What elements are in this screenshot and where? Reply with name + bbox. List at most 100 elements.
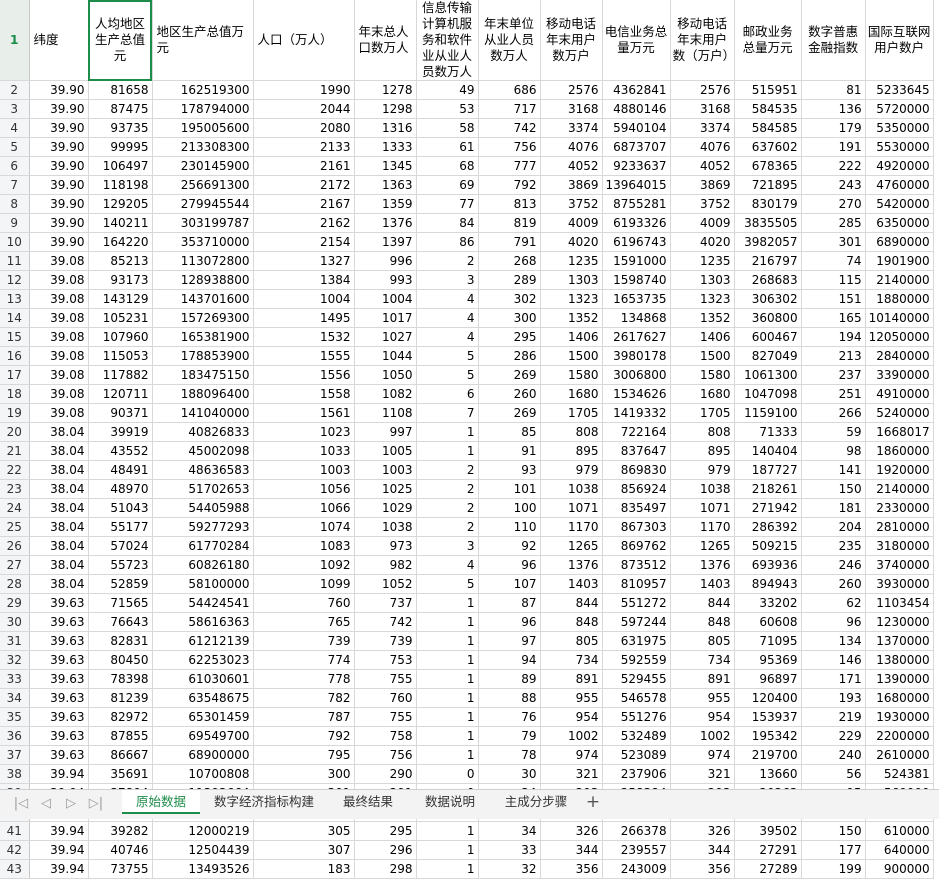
data-cell[interactable]: 38.04 bbox=[29, 555, 89, 575]
data-cell[interactable]: 54405988 bbox=[152, 498, 254, 518]
data-cell[interactable]: 900000 bbox=[865, 859, 934, 879]
data-cell[interactable]: 69 bbox=[416, 175, 479, 195]
data-cell[interactable]: 39.63 bbox=[29, 631, 89, 651]
data-cell[interactable]: 523089 bbox=[602, 745, 671, 765]
data-cell[interactable]: 1 bbox=[416, 650, 479, 670]
data-cell[interactable]: 60826180 bbox=[152, 555, 254, 575]
data-cell[interactable]: 55177 bbox=[88, 517, 153, 537]
data-cell[interactable]: 39.08 bbox=[29, 384, 89, 404]
data-cell[interactable]: 2610000 bbox=[865, 745, 934, 765]
data-cell[interactable]: 39.63 bbox=[29, 745, 89, 765]
column-header-cell[interactable]: 地区生产总值万元 bbox=[152, 0, 254, 81]
data-cell[interactable]: 1278 bbox=[354, 80, 417, 100]
data-cell[interactable]: 3869 bbox=[540, 175, 603, 195]
data-cell[interactable]: 115 bbox=[801, 270, 866, 290]
data-cell[interactable]: 218261 bbox=[734, 479, 802, 499]
data-cell[interactable]: 1061300 bbox=[734, 365, 802, 385]
data-cell[interactable]: 4052 bbox=[540, 156, 603, 176]
row-number[interactable]: 11 bbox=[0, 251, 30, 271]
data-cell[interactable]: 60608 bbox=[734, 612, 802, 632]
data-cell[interactable]: 96897 bbox=[734, 669, 802, 689]
data-cell[interactable]: 1668017 bbox=[865, 422, 934, 442]
data-cell[interactable]: 3390000 bbox=[865, 365, 934, 385]
data-cell[interactable]: 1108 bbox=[354, 403, 417, 423]
data-cell[interactable]: 792 bbox=[478, 175, 541, 195]
data-cell[interactable]: 82972 bbox=[88, 707, 153, 727]
data-cell[interactable]: 1004 bbox=[253, 289, 355, 309]
data-cell[interactable]: 106497 bbox=[88, 156, 153, 176]
data-cell[interactable]: 58616363 bbox=[152, 612, 254, 632]
row-number[interactable]: 3 bbox=[0, 99, 30, 119]
data-cell[interactable]: 181 bbox=[801, 498, 866, 518]
data-cell[interactable]: 85 bbox=[478, 422, 541, 442]
data-cell[interactable]: 9233637 bbox=[602, 156, 671, 176]
data-cell[interactable]: 1 bbox=[416, 726, 479, 746]
row-number[interactable]: 22 bbox=[0, 460, 30, 480]
data-cell[interactable]: 1384 bbox=[253, 270, 355, 290]
data-cell[interactable]: 4076 bbox=[670, 137, 735, 157]
data-cell[interactable]: 1003 bbox=[253, 460, 355, 480]
data-cell[interactable]: 3 bbox=[416, 536, 479, 556]
data-cell[interactable]: 295 bbox=[354, 821, 417, 841]
data-cell[interactable]: 5530000 bbox=[865, 137, 934, 157]
data-cell[interactable]: 755 bbox=[354, 707, 417, 727]
data-cell[interactable]: 150 bbox=[801, 821, 866, 841]
data-cell[interactable]: 3168 bbox=[540, 99, 603, 119]
data-cell[interactable]: 2810000 bbox=[865, 517, 934, 537]
data-cell[interactable]: 4009 bbox=[670, 213, 735, 233]
data-cell[interactable]: 1092 bbox=[253, 555, 355, 575]
data-cell[interactable]: 1 bbox=[416, 612, 479, 632]
data-cell[interactable]: 734 bbox=[670, 650, 735, 670]
data-cell[interactable]: 993 bbox=[354, 270, 417, 290]
data-cell[interactable]: 39.90 bbox=[29, 118, 89, 138]
data-cell[interactable]: 171 bbox=[801, 669, 866, 689]
data-cell[interactable]: 1598740 bbox=[602, 270, 671, 290]
data-cell[interactable]: 982 bbox=[354, 555, 417, 575]
data-cell[interactable]: 1 bbox=[416, 669, 479, 689]
data-cell[interactable]: 49 bbox=[416, 80, 479, 100]
data-cell[interactable]: 54424541 bbox=[152, 593, 254, 613]
data-cell[interactable]: 61 bbox=[416, 137, 479, 157]
data-cell[interactable]: 532489 bbox=[602, 726, 671, 746]
data-cell[interactable]: 71565 bbox=[88, 593, 153, 613]
data-cell[interactable]: 39.08 bbox=[29, 327, 89, 347]
data-cell[interactable]: 1561 bbox=[253, 403, 355, 423]
tab-raw-data[interactable]: 原始数据 bbox=[122, 790, 200, 814]
data-cell[interactable]: 1056 bbox=[253, 479, 355, 499]
data-cell[interactable]: 107960 bbox=[88, 327, 153, 347]
data-cell[interactable]: 2576 bbox=[540, 80, 603, 100]
data-cell[interactable]: 188096400 bbox=[152, 384, 254, 404]
data-cell[interactable]: 1591000 bbox=[602, 251, 671, 271]
row-number[interactable]: 32 bbox=[0, 650, 30, 670]
data-cell[interactable]: 6350000 bbox=[865, 213, 934, 233]
data-cell[interactable]: 39.90 bbox=[29, 232, 89, 252]
data-cell[interactable]: 266 bbox=[801, 403, 866, 423]
data-cell[interactable]: 3 bbox=[416, 270, 479, 290]
data-cell[interactable]: 2172 bbox=[253, 175, 355, 195]
data-cell[interactable]: 810957 bbox=[602, 574, 671, 594]
data-cell[interactable]: 1298 bbox=[354, 99, 417, 119]
row-number[interactable]: 30 bbox=[0, 612, 30, 632]
data-cell[interactable]: 141040000 bbox=[152, 403, 254, 423]
data-cell[interactable]: 782 bbox=[253, 688, 355, 708]
data-cell[interactable]: 39.90 bbox=[29, 194, 89, 214]
row-number[interactable]: 23 bbox=[0, 479, 30, 499]
data-cell[interactable]: 243 bbox=[801, 175, 866, 195]
data-cell[interactable]: 2617627 bbox=[602, 327, 671, 347]
data-cell[interactable]: 3006800 bbox=[602, 365, 671, 385]
row-number[interactable]: 21 bbox=[0, 441, 30, 461]
data-cell[interactable]: 39.63 bbox=[29, 669, 89, 689]
data-cell[interactable]: 266378 bbox=[602, 821, 671, 841]
data-cell[interactable]: 48636583 bbox=[152, 460, 254, 480]
data-cell[interactable]: 2330000 bbox=[865, 498, 934, 518]
data-cell[interactable]: 1680 bbox=[670, 384, 735, 404]
data-cell[interactable]: 33 bbox=[478, 840, 541, 860]
data-cell[interactable]: 5 bbox=[416, 365, 479, 385]
data-cell[interactable]: 93 bbox=[478, 460, 541, 480]
data-cell[interactable]: 143129 bbox=[88, 289, 153, 309]
data-cell[interactable]: 808 bbox=[540, 422, 603, 442]
data-cell[interactable]: 734 bbox=[540, 650, 603, 670]
data-cell[interactable]: 289 bbox=[478, 270, 541, 290]
data-cell[interactable]: 95369 bbox=[734, 650, 802, 670]
data-cell[interactable]: 34 bbox=[478, 821, 541, 841]
